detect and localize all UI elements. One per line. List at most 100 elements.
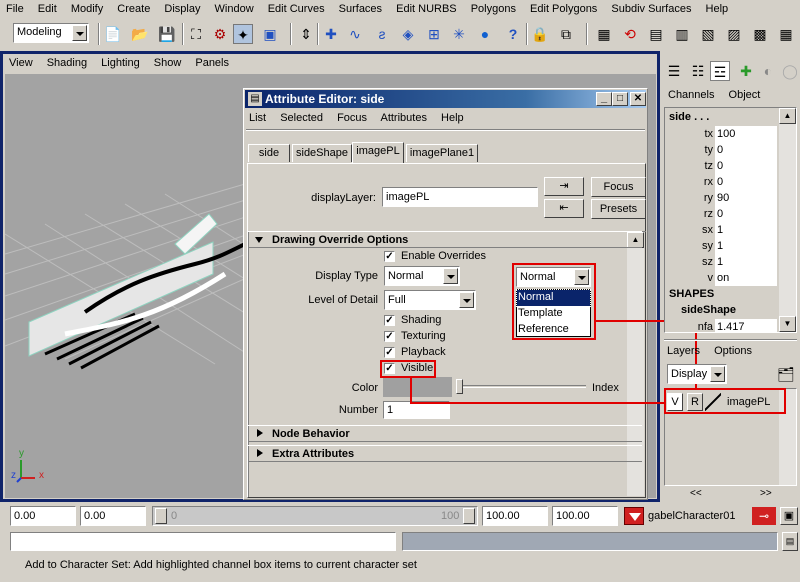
focus-button[interactable]: Focus [591, 177, 646, 197]
hypershade-icon[interactable]: ▦ [594, 24, 614, 44]
presets-button[interactable]: Presets [591, 199, 646, 219]
new-scene-icon[interactable]: 📄 [103, 24, 123, 44]
channel-row[interactable]: sy 1 [665, 238, 777, 254]
viewport-menu-show[interactable]: Show [154, 57, 182, 69]
popup-option-normal[interactable]: Normal [516, 289, 591, 307]
options-menu[interactable]: Options [714, 345, 752, 357]
animation-prefs-button[interactable]: ▣ [780, 507, 798, 525]
menu-window[interactable]: Window [215, 3, 254, 15]
open-scene-icon[interactable]: 📂 [130, 24, 150, 44]
viewport-menu-shading[interactable]: Shading [47, 57, 87, 69]
object-menu[interactable]: Object [729, 89, 761, 101]
tab-sideshape[interactable]: sideShape [292, 144, 352, 162]
snap-live-icon[interactable]: ⊞ [424, 24, 444, 44]
character-menu-button[interactable] [624, 507, 644, 525]
extra-attributes-section-header[interactable]: Extra Attributes [248, 445, 642, 462]
snap-view-icon[interactable]: ◈ [398, 24, 418, 44]
level-of-detail-select[interactable]: Full [384, 290, 476, 310]
tool-settings-icon[interactable]: ✚ [736, 61, 756, 81]
drawing-override-section-header[interactable]: Drawing Override Options [248, 231, 642, 248]
lock-icon[interactable]: 🔒 [530, 24, 550, 44]
ae-menu-help[interactable]: Help [441, 112, 464, 124]
enable-overrides-checkbox[interactable]: ✓ [384, 251, 395, 262]
color-swatch[interactable] [383, 377, 452, 397]
menu-display[interactable]: Display [164, 3, 200, 15]
close-button[interactable]: ✕ [630, 92, 646, 106]
menu-edit-nurbs[interactable]: Edit NURBS [396, 3, 457, 15]
color-index-slider-track[interactable] [458, 385, 586, 388]
popup-display-type-select[interactable]: Normal [516, 267, 591, 287]
channels-menu[interactable]: Channels [668, 89, 714, 101]
shape-node-name[interactable]: sideShape [681, 304, 736, 316]
layers-menu[interactable]: Layers [667, 345, 700, 357]
channel-row[interactable]: sz 1 [665, 254, 777, 270]
shading-checkbox[interactable]: ✓ [384, 315, 395, 326]
snap-point-icon[interactable]: ƨ [372, 24, 392, 44]
script-editor-icon[interactable]: ▦ [776, 24, 796, 44]
current-time-field[interactable]: 0.00 [80, 506, 146, 526]
mode-select[interactable]: Modeling [13, 23, 89, 43]
display-layer-field[interactable]: imagePL [382, 187, 538, 207]
help-query-icon[interactable]: ? [503, 24, 523, 44]
wire-sphere-icon[interactable]: ◯ [780, 61, 800, 81]
tab-imagepl[interactable]: imagePL [352, 142, 404, 163]
command-input[interactable] [10, 532, 396, 551]
texturing-checkbox[interactable]: ✓ [384, 331, 395, 342]
popup-option-reference[interactable]: Reference [517, 322, 590, 337]
ae-menu-list[interactable]: List [249, 112, 266, 124]
menu-subdiv-surfaces[interactable]: Subdiv Surfaces [611, 3, 691, 15]
viewport-menu-panels[interactable]: Panels [195, 57, 229, 69]
playback-checkbox[interactable]: ✓ [384, 347, 395, 358]
ae-menu-attributes[interactable]: Attributes [380, 112, 426, 124]
channel-box-icon[interactable]: ☰ [664, 61, 684, 81]
end-time-field[interactable]: 100.00 [482, 506, 548, 526]
channel-row[interactable]: sx 1 [665, 222, 777, 238]
viewport-menu-lighting[interactable]: Lighting [101, 57, 140, 69]
snap-grid-icon[interactable]: ✚ [321, 24, 341, 44]
range-slider[interactable]: 0 100 [152, 506, 478, 526]
channel-row[interactable]: tx 100 [665, 126, 777, 142]
tab-imageplane1[interactable]: imagePlane1 [406, 144, 478, 162]
graph-editor-icon[interactable]: ▧ [698, 24, 718, 44]
attribute-editor-titlebar[interactable]: ▤ Attribute Editor: side _ □ ✕ [245, 90, 646, 108]
menu-help[interactable]: Help [706, 3, 729, 15]
go-to-layer-button[interactable]: ⇤ [544, 199, 584, 218]
render-icon[interactable]: ✳ [449, 24, 469, 44]
select-by-type-icon[interactable]: ▣ [260, 24, 280, 44]
channel-box-scrollbar[interactable]: ▲ ▼ [779, 108, 796, 332]
auto-key-button[interactable]: ⊸ [752, 507, 776, 525]
construction-history-icon[interactable]: ⧉ [556, 24, 576, 44]
channel-row[interactable]: tz 0 [665, 158, 777, 174]
select-component-icon[interactable]: ✦ [233, 24, 253, 44]
uv-editor-icon[interactable]: ▩ [750, 24, 770, 44]
trax-icon[interactable]: ▨ [724, 24, 744, 44]
start-time-field[interactable]: 0.00 [10, 506, 76, 526]
menu-edit-curves[interactable]: Edit Curves [268, 3, 325, 15]
channel-row[interactable]: ry 90 [665, 190, 777, 206]
range-slider-handle-start[interactable] [155, 508, 167, 524]
playback-end-field[interactable]: 100.00 [552, 506, 618, 526]
ae-menu-focus[interactable]: Focus [337, 112, 367, 124]
tab-side[interactable]: side [248, 144, 290, 162]
menu-file[interactable]: File [6, 3, 24, 15]
channel-row[interactable]: ty 0 [665, 142, 777, 158]
minimize-button[interactable]: _ [596, 92, 612, 106]
create-layer-icon[interactable]: 🗂 [776, 364, 796, 384]
render-view-icon[interactable]: ▤ [646, 24, 666, 44]
menu-modify[interactable]: Modify [71, 3, 103, 15]
layer-mode-select[interactable]: Display [667, 364, 727, 384]
node-behavior-section-header[interactable]: Node Behavior [248, 425, 642, 442]
menu-polygons[interactable]: Polygons [471, 3, 516, 15]
channel-row[interactable]: rx 0 [665, 174, 777, 190]
select-layer-button[interactable]: ⇥ [544, 177, 584, 196]
menu-edit[interactable]: Edit [38, 3, 57, 15]
color-index-slider-handle[interactable] [456, 379, 463, 394]
display-type-select[interactable]: Normal [384, 266, 460, 286]
channel-node-name[interactable]: side . . . [669, 111, 709, 123]
channel-row[interactable]: v on [665, 270, 777, 286]
popup-option-template[interactable]: Template [517, 306, 590, 322]
connect-icon[interactable]: ⟲ [620, 24, 640, 44]
shape-attr-row[interactable]: nfa 1.417 [665, 319, 777, 332]
menu-create[interactable]: Create [117, 3, 150, 15]
ae-menu-selected[interactable]: Selected [280, 112, 323, 124]
